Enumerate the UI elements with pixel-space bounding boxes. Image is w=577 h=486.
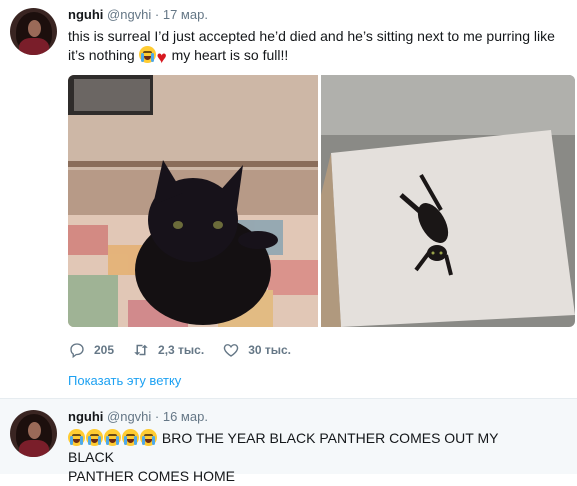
retweet-button[interactable]: 2,3 тыс. bbox=[132, 341, 204, 359]
like-count: 30 тыс. bbox=[248, 343, 292, 357]
tweet-header: nguhi @ngvhi · 17 мар. bbox=[68, 7, 208, 23]
reply-count: 205 bbox=[94, 343, 115, 357]
loudly-crying-face-icon bbox=[86, 429, 103, 446]
show-thread-link[interactable]: Показать эту ветку bbox=[68, 373, 181, 388]
avatar[interactable] bbox=[10, 410, 57, 457]
tweet[interactable]: nguhi @ngvhi · 16 мар. BRO THE YEAR BLAC… bbox=[0, 398, 577, 484]
retweet-count: 2,3 тыс. bbox=[158, 343, 205, 357]
tweet-text-segment: my heart is so full!! bbox=[171, 47, 289, 63]
tweet[interactable]: nguhi @ngvhi · 17 мар. this is surreal I… bbox=[0, 0, 577, 398]
reply-button[interactable]: 205 bbox=[68, 341, 114, 359]
tweet-text: this is surreal I’d just accepted he’d d… bbox=[68, 27, 568, 66]
tweet-date[interactable]: · 16 мар. bbox=[155, 409, 208, 424]
display-name[interactable]: nguhi bbox=[68, 7, 103, 22]
loudly-crying-face-icon bbox=[104, 429, 121, 446]
loudly-crying-face-icon bbox=[122, 429, 139, 446]
tweet-text-segment: it’s nothing bbox=[68, 47, 135, 63]
photo-cat-picture[interactable] bbox=[321, 75, 575, 327]
loudly-crying-face-icon bbox=[138, 46, 156, 63]
tweet-date[interactable]: · 17 мар. bbox=[155, 7, 208, 22]
tweet-media[interactable] bbox=[68, 75, 575, 327]
tweet-text-line: this is surreal I’d just accepted he’d d… bbox=[68, 28, 555, 44]
heart-outline-icon bbox=[223, 344, 239, 357]
like-button[interactable]: 30 тыс. bbox=[222, 341, 291, 359]
loudly-crying-face-icon bbox=[68, 429, 85, 446]
tweet-actions: 205 2,3 тыс. 30 тыс. bbox=[68, 340, 309, 360]
loudly-crying-face-icon bbox=[140, 429, 157, 446]
display-name[interactable]: nguhi bbox=[68, 409, 103, 424]
tweet-text-segment: PANTHER COMES HOME bbox=[68, 468, 235, 484]
avatar[interactable] bbox=[10, 8, 57, 55]
tweet-text: BRO THE YEAR BLACK PANTHER COMES OUT MY … bbox=[68, 429, 548, 486]
retweet-icon bbox=[134, 344, 148, 356]
user-handle[interactable]: @ngvhi bbox=[107, 409, 151, 424]
photo-cat-on-bed[interactable] bbox=[68, 75, 318, 327]
tweet-header: nguhi @ngvhi · 16 мар. bbox=[68, 409, 208, 425]
reply-icon bbox=[70, 343, 84, 359]
red-heart-icon: ♥ bbox=[156, 48, 167, 67]
user-handle[interactable]: @ngvhi bbox=[107, 7, 151, 22]
